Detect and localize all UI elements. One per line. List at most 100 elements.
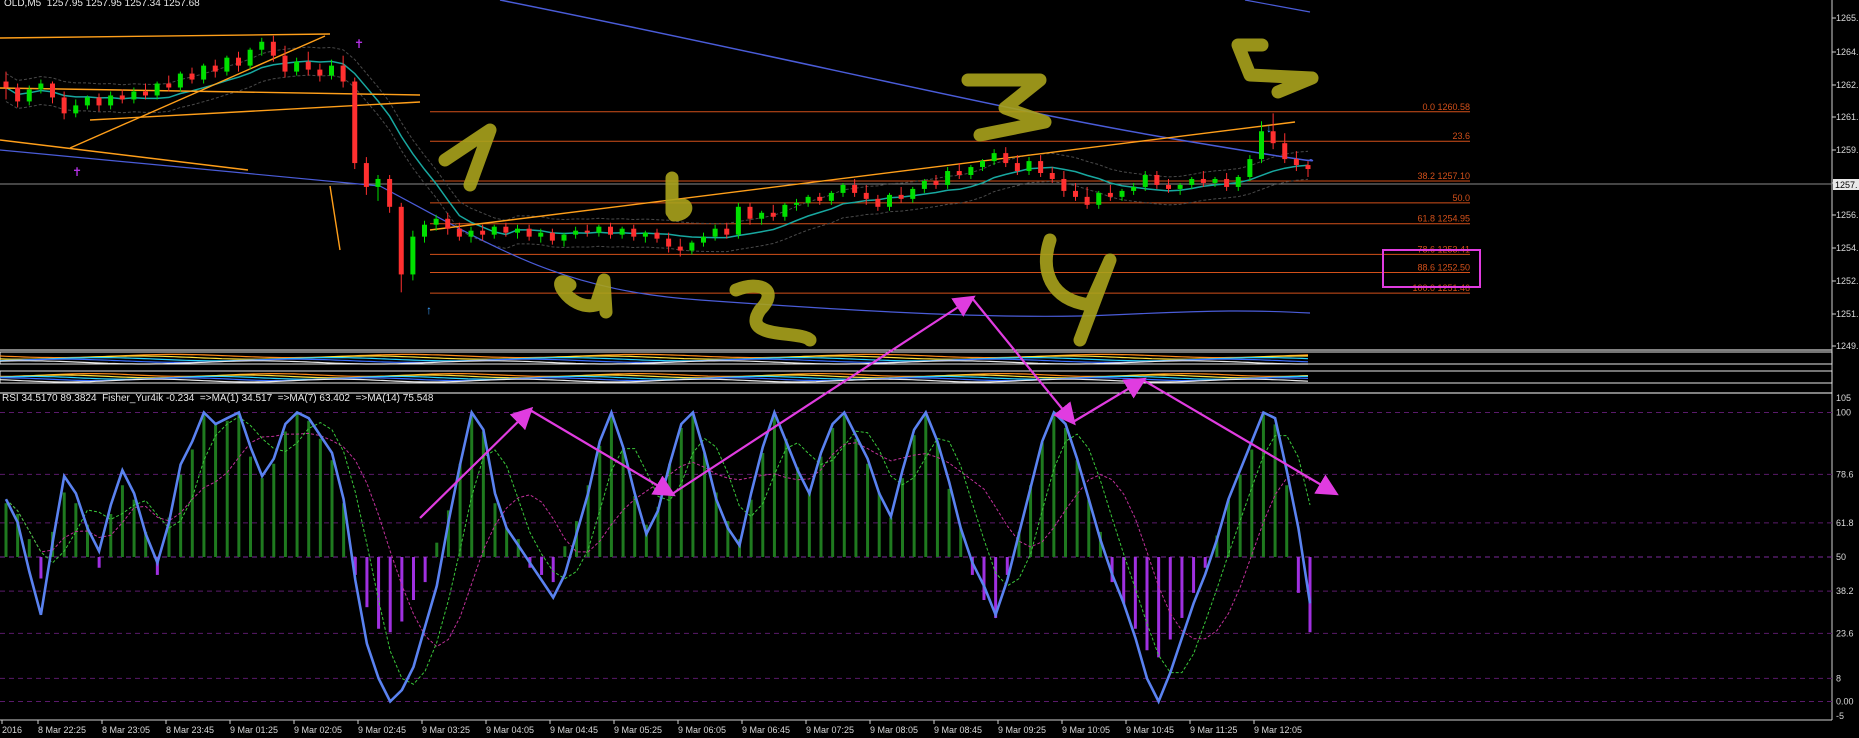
bull-candle xyxy=(1259,131,1264,160)
bear-candle xyxy=(61,97,67,114)
bull-candle xyxy=(1212,178,1218,183)
bull-candle xyxy=(201,65,207,80)
bull-candle xyxy=(840,184,846,193)
bull-candle xyxy=(968,167,974,175)
bull-candle xyxy=(410,236,416,275)
time-tick-label: 9 Mar 08:05 xyxy=(870,725,918,735)
time-tick-label: 9 Mar 05:25 xyxy=(614,725,662,735)
bull-candle xyxy=(294,61,300,72)
bull-candle xyxy=(38,83,44,90)
bear-candle xyxy=(305,61,311,70)
bear-candle xyxy=(852,184,858,193)
chart-title: OLD,M5 1257.95 1257.95 1257.34 1257.68 xyxy=(4,0,200,9)
bull-candle xyxy=(1131,186,1137,191)
fib-label: 100.0 1251.46 xyxy=(1412,283,1470,293)
time-tick-label: 9 Mar 09:25 xyxy=(998,725,1046,735)
rsi-tick-label: -5 xyxy=(1836,711,1844,721)
bear-candle xyxy=(1200,178,1206,183)
bull-candle xyxy=(375,178,381,187)
bear-candle xyxy=(1061,178,1067,191)
bull-candle xyxy=(921,180,927,189)
bull-candle xyxy=(794,202,799,205)
bear-candle xyxy=(1305,165,1311,170)
time-tick-label: 9 Mar 06:45 xyxy=(742,725,790,735)
time-tick-label: 9 Mar 06:05 xyxy=(678,725,726,735)
bear-candle xyxy=(666,238,672,247)
bear-candle xyxy=(119,95,125,100)
bull-candle xyxy=(491,226,497,235)
fib-label: 23.6 xyxy=(1452,131,1470,141)
bear-candle xyxy=(15,87,21,102)
rsi-tick-label: 100 xyxy=(1836,407,1851,417)
bull-candle xyxy=(1142,175,1148,187)
bear-candle xyxy=(863,192,869,199)
trend-annotation-arrow xyxy=(1072,377,1147,423)
bear-candle xyxy=(317,69,323,76)
bear-candle xyxy=(549,232,555,241)
bull-candle xyxy=(433,218,439,225)
time-tick-label: 2016 xyxy=(2,725,22,735)
bear-candle xyxy=(398,206,404,275)
time-tick-label: 9 Mar 04:45 xyxy=(550,725,598,735)
price-tick-label: 1249. xyxy=(1836,341,1859,351)
time-tick-label: 9 Mar 12:05 xyxy=(1254,725,1302,735)
bear-candle xyxy=(189,73,195,80)
bull-candle xyxy=(782,204,788,217)
time-tick-label: 8 Mar 23:45 xyxy=(166,725,214,735)
bull-candle xyxy=(1177,184,1183,189)
bear-candle xyxy=(1049,173,1055,179)
bear-candle xyxy=(1282,143,1288,160)
bear-candle xyxy=(1154,175,1160,185)
bull-candle xyxy=(1026,161,1032,172)
bear-candle xyxy=(747,206,753,219)
bull-candle xyxy=(596,226,602,233)
bull-candle xyxy=(108,95,114,106)
bear-candle xyxy=(143,91,148,96)
bull-candle xyxy=(945,171,951,185)
bull-candle xyxy=(1247,159,1253,177)
time-tick-label: 9 Mar 03:25 xyxy=(422,725,470,735)
bear-candle xyxy=(724,228,730,235)
bull-candle xyxy=(538,232,544,237)
fractal-up-marker: ✝ xyxy=(354,37,364,51)
bear-candle xyxy=(933,180,939,185)
bear-candle xyxy=(898,194,904,199)
price-tick-label: 1259. xyxy=(1836,145,1859,155)
price-tick-label: 1256. xyxy=(1836,210,1859,220)
rsi-histogram xyxy=(4,413,1312,658)
time-tick-label: 9 Mar 08:45 xyxy=(934,725,982,735)
time-tick-label: 8 Mar 23:05 xyxy=(102,725,150,735)
rsi-tick-label: 78.6 xyxy=(1836,469,1854,479)
bear-candle xyxy=(480,230,486,235)
bear-candle xyxy=(677,246,683,251)
bull-candle xyxy=(619,228,625,235)
rsi-axis: 105 100 78.6 61.8 50 38.2 23.6 8 0.00 -5 xyxy=(1836,393,1854,721)
bear-candle xyxy=(363,163,369,187)
bear-candle xyxy=(236,57,241,66)
bull-candle xyxy=(642,232,648,237)
bull-candle xyxy=(1096,192,1102,205)
bear-candle xyxy=(445,218,451,229)
bear-candle xyxy=(817,196,823,201)
rsi-tick-label: 8 xyxy=(1836,673,1841,683)
bear-candle xyxy=(96,97,102,106)
bear-candle xyxy=(282,55,288,72)
bear-candle xyxy=(166,83,172,88)
time-tick-label: 9 Mar 11:25 xyxy=(1190,725,1237,735)
bull-candle xyxy=(247,49,253,66)
fib-label: 38.2 1257.10 xyxy=(1417,171,1470,181)
rsi-tick-label: 0.00 xyxy=(1836,697,1854,707)
bull-candle xyxy=(980,161,985,168)
bull-candle xyxy=(1235,176,1241,187)
bear-candle xyxy=(503,226,509,233)
bear-candle xyxy=(631,228,637,237)
time-tick-label: 9 Mar 02:05 xyxy=(294,725,342,735)
bull-candle xyxy=(468,230,474,237)
bear-candle xyxy=(1073,190,1078,197)
bear-candle xyxy=(456,228,462,237)
bull-candle xyxy=(84,97,90,106)
bear-candle xyxy=(1014,163,1020,172)
bear-candle xyxy=(1084,196,1090,205)
fib-label: 88.6 1252.50 xyxy=(1417,262,1470,272)
time-tick-label: 9 Mar 04:05 xyxy=(486,725,534,735)
